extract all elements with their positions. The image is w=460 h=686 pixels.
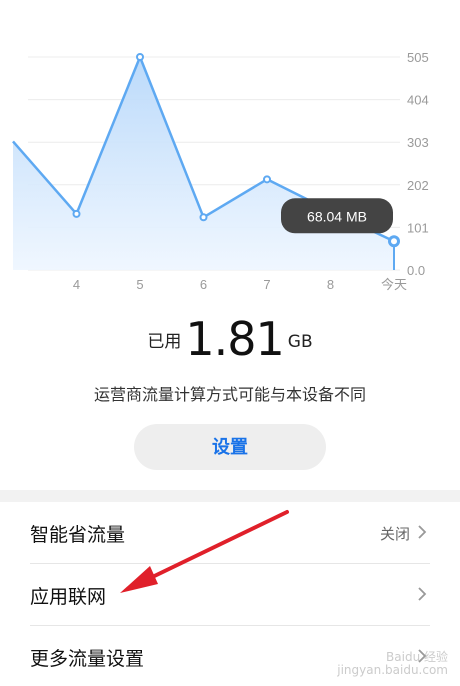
y-tick-label: 303 — [407, 135, 429, 150]
chevron-right-icon — [418, 587, 427, 601]
x-tick-label: 5 — [136, 277, 143, 292]
x-tick-label: 4 — [73, 277, 80, 292]
usage-amount: 1.81 — [185, 312, 284, 366]
watermark: Baidu 经验 jingyan.baidu.com — [337, 651, 448, 677]
data-point — [199, 213, 208, 222]
usage-prefix: 已用 — [147, 332, 182, 352]
data-point — [72, 209, 81, 218]
settings-button[interactable]: 设置 — [134, 424, 326, 470]
tooltip-label: 68.04 MB — [307, 208, 367, 224]
y-tick-label: 404 — [407, 93, 429, 108]
data-point — [136, 53, 144, 61]
data-usage-chart: 4 5 6 7 8 今天 0.0 101 202 303 404 505 68.04 MB — [12, 50, 429, 292]
chevron-right-icon — [418, 525, 427, 539]
carrier-note: 运营商流量计算方式可能与本设备不同 — [93, 385, 366, 404]
y-tick-label: 0.0 — [407, 263, 425, 278]
menu-item-label: 智能省流量 — [30, 524, 126, 546]
usage-summary: 已用1.81 GB — [0, 312, 460, 366]
section-divider — [0, 490, 460, 502]
y-tick-label: 101 — [407, 220, 429, 235]
x-tick-label: 今天 — [381, 277, 407, 292]
y-tick-label: 505 — [407, 50, 429, 65]
usage-area — [13, 57, 394, 270]
menu-item-label: 更多流量设置 — [30, 648, 145, 670]
data-point — [388, 235, 400, 248]
usage-unit: GB — [287, 332, 313, 352]
usage-tooltip: 68.04 MB — [281, 198, 393, 234]
x-tick-label: 8 — [327, 277, 334, 292]
menu-item-smart-saver[interactable]: 智能省流量 关闭 — [0, 502, 460, 562]
menu-item-status: 关闭 — [379, 525, 410, 543]
menu-item-label: 应用联网 — [30, 586, 107, 608]
menu-item-app-network[interactable]: 应用联网 — [0, 564, 460, 624]
data-point — [263, 175, 271, 184]
watermark-line: jingyan.baidu.com — [337, 663, 448, 677]
x-tick-label: 7 — [263, 277, 270, 292]
x-tick-label: 6 — [200, 277, 207, 292]
y-tick-label: 202 — [407, 178, 429, 193]
